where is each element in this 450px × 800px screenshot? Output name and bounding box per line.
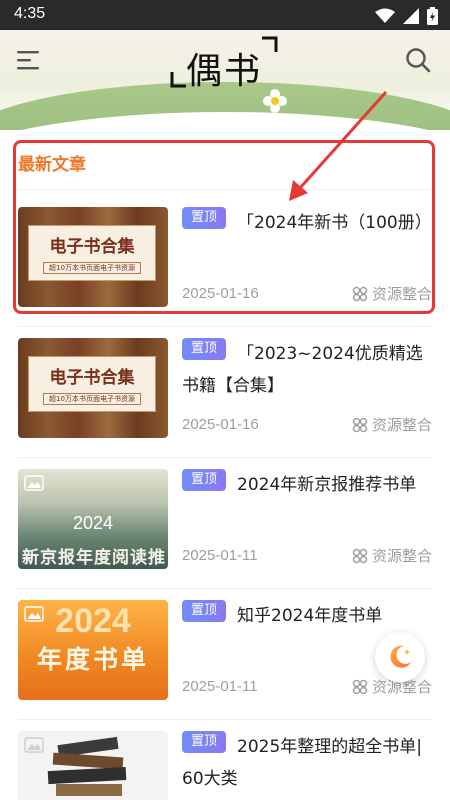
article-thumbnail[interactable] xyxy=(18,731,168,800)
list-divider xyxy=(18,457,432,458)
pinned-badge: 置顶 xyxy=(182,731,226,753)
pinned-badge: 置顶 xyxy=(182,207,226,229)
article-thumbnail[interactable]: 电子书合集 超10万本书页面电子书资源 xyxy=(18,207,168,307)
status-bar: 4:35 xyxy=(0,0,450,30)
category-icon xyxy=(352,286,368,301)
category-icon xyxy=(352,417,368,432)
thumbnail-subtitle: 超10万本书页面电子书资源 xyxy=(43,393,141,405)
search-button[interactable] xyxy=(404,46,432,74)
article-item[interactable]: 电子书合集 超10万本书页面电子书资源 「2023~2024优质精选书籍【合集】… xyxy=(18,326,432,448)
thumbnail-card: 电子书合集 超10万本书页面电子书资源 xyxy=(28,225,156,281)
article-date: 2025-01-16 xyxy=(182,416,259,433)
status-icons xyxy=(375,7,438,25)
article-thumbnail[interactable]: 2024 年度书单 xyxy=(18,600,168,700)
article-date: 2025-01-16 xyxy=(182,285,259,302)
signal-icon xyxy=(403,8,419,24)
list-divider xyxy=(18,588,432,589)
night-mode-button[interactable] xyxy=(375,632,425,682)
book-stack-illustration xyxy=(47,736,127,796)
thumbnail-card: 电子书合集 超10万本书页面电子书资源 xyxy=(28,356,156,412)
article-source-label: 资源整合 xyxy=(371,547,432,565)
image-icon xyxy=(24,475,44,491)
thumbnail-title: 电子书合集 xyxy=(49,368,135,388)
app-logo: 偶书 xyxy=(170,36,278,92)
moon-icon xyxy=(390,645,411,668)
list-divider xyxy=(18,719,432,720)
article-item[interactable]: 2024 年度书单 知乎2024年度书单 置顶 2025-01-11 资源整合 xyxy=(18,588,432,710)
category-icon xyxy=(352,679,368,694)
wifi-icon xyxy=(375,8,395,23)
article-source-label: 资源整合 xyxy=(371,285,432,303)
menu-icon xyxy=(17,51,39,70)
pinned-badge: 置顶 xyxy=(182,469,226,491)
thumbnail-year: 2024 xyxy=(55,602,131,640)
thumbnail-title: 电子书合集 xyxy=(49,237,135,257)
logo-text: 偶书 xyxy=(185,51,262,92)
thumbnail-subtitle: 超10万本书页面电子书资源 xyxy=(43,262,141,274)
status-time: 4:35 xyxy=(14,5,46,22)
article-source[interactable]: 资源整合 xyxy=(352,414,432,435)
article-date: 2025-01-11 xyxy=(182,547,258,564)
battery-icon xyxy=(427,7,438,25)
section-title-latest: 最新文章 xyxy=(18,155,86,175)
search-icon xyxy=(406,48,431,73)
category-icon xyxy=(352,548,368,563)
list-divider xyxy=(18,326,432,327)
menu-button[interactable] xyxy=(16,48,42,72)
article-source[interactable]: 资源整合 xyxy=(352,545,432,566)
article-item[interactable]: 电子书合集 超10万本书页面电子书资源 「2024年新书（100册） 置顶 20… xyxy=(18,207,432,317)
app-header: 偶书 xyxy=(0,30,450,130)
article-source-label: 资源整合 xyxy=(371,416,432,434)
article-item[interactable]: 2025年整理的超全书单| 60大类 置顶 xyxy=(18,719,432,800)
article-date: 2025-01-11 xyxy=(182,678,258,695)
thumbnail-year: 2024 xyxy=(72,513,114,533)
pinned-badge: 置顶 xyxy=(182,338,226,360)
thumbnail-caption: 新京报年度阅读推 xyxy=(22,548,166,568)
thumbnail-caption: 年度书单 xyxy=(36,645,149,674)
article-thumbnail[interactable]: 电子书合集 超10万本书页面电子书资源 xyxy=(18,338,168,438)
article-source[interactable]: 资源整合 xyxy=(352,283,432,304)
section-divider xyxy=(18,189,432,190)
article-item[interactable]: 2024 新京报年度阅读推 2024年新京报推荐书单 置顶 2025-01-11… xyxy=(18,457,432,579)
article-thumbnail[interactable]: 2024 新京报年度阅读推 xyxy=(18,469,168,569)
pinned-badge: 置顶 xyxy=(182,600,226,622)
